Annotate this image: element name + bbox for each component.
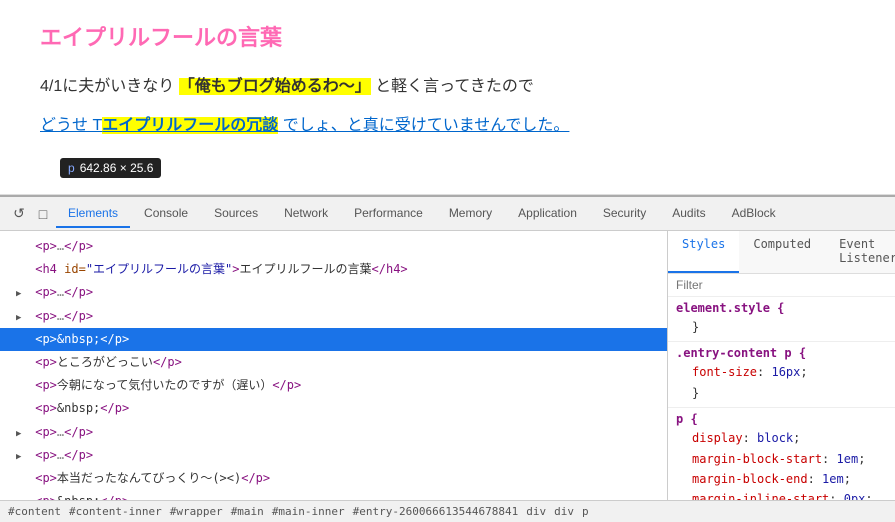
devtools-toolbar: ↺ □ Elements Console Sources Network Per…: [0, 197, 895, 231]
style-rule: }: [676, 317, 887, 337]
style-selector: element.style {: [676, 301, 887, 315]
triangle-icon: [16, 260, 28, 279]
status-main[interactable]: #main: [231, 505, 264, 518]
style-section-element: element.style { }: [668, 297, 895, 342]
style-section-entry: .entry-content p { font-size: 16px; }: [668, 342, 895, 408]
elem-line-selected: <p>&nbsp;</p>: [0, 328, 667, 351]
triangle-icon: [16, 492, 28, 500]
elem-line: <p>…</p>: [0, 235, 667, 258]
styles-tab-event-listeners[interactable]: Event Listeners: [825, 231, 895, 273]
elem-line: <p>ところがどっこい</p>: [0, 351, 667, 374]
elem-line: <p>今朝になって気付いたのですが（遅い）</p>: [0, 374, 667, 397]
page-title: エイプリルフールの言葉: [40, 20, 855, 52]
webpage-area: エイプリルフールの言葉 4/1に夫がいきなり 「俺もブログ始めるわ〜」 と軽く言…: [0, 0, 895, 195]
tab-security[interactable]: Security: [591, 200, 658, 228]
tab-audits[interactable]: Audits: [660, 200, 717, 228]
elem-line: <p>&nbsp;</p>: [0, 490, 667, 500]
elem-line: <h4 id="エイプリルフールの言葉">エイプリルフールの言葉</h4>: [0, 258, 667, 281]
status-div1[interactable]: div: [526, 505, 546, 518]
page-text1: 4/1に夫がいきなり 「俺もブログ始めるわ〜」 と軽く言ってきたので: [40, 72, 855, 96]
styles-tab-computed[interactable]: Computed: [739, 231, 825, 273]
elem-line: <p>…</p>: [0, 305, 667, 328]
devtools-main: <p>…</p> <h4 id="エイプリルフールの言葉">エイプリルフールの言…: [0, 231, 895, 500]
text1-prefix: 4/1に夫がいきなり: [40, 78, 179, 95]
status-main-inner[interactable]: #main-inner: [272, 505, 345, 518]
tab-performance[interactable]: Performance: [342, 200, 435, 228]
status-div2[interactable]: div: [554, 505, 574, 518]
style-rule: font-size: 16px;: [676, 362, 887, 382]
text1-highlight: 「俺もブログ始めるわ〜」: [179, 78, 371, 95]
devtools-panel: ↺ □ Elements Console Sources Network Per…: [0, 195, 895, 522]
text2-prefix: どうせ T: [40, 117, 102, 134]
triangle-icon: [16, 237, 28, 256]
style-rule: margin-block-start: 1em;: [676, 449, 887, 469]
tab-sources[interactable]: Sources: [202, 200, 270, 228]
elem-line: <p>&nbsp;</p>: [0, 397, 667, 420]
page-text2: どうせ Tエイプリルフールの冗談 でしょ、と真に受けていませんでした。: [40, 111, 855, 135]
filter-input[interactable]: [676, 278, 887, 292]
elem-line: <p>…</p>: [0, 444, 667, 467]
elem-line: <p>…</p>: [0, 281, 667, 304]
status-wrapper[interactable]: #wrapper: [170, 505, 223, 518]
text2-suffix: でしょ、と真に受けていませんでした。: [278, 117, 569, 134]
style-rule: margin-block-end: 1em;: [676, 469, 887, 489]
triangle-icon: [16, 376, 28, 395]
style-section-p: p { display: block; margin-block-start: …: [668, 408, 895, 500]
elem-line: <p>本当だったなんてびっくり〜(><)</p>: [0, 467, 667, 490]
styles-panel: Styles Computed Event Listeners element.…: [668, 231, 895, 500]
tooltip-tag: p: [68, 161, 75, 175]
status-p[interactable]: p: [582, 505, 589, 518]
status-content-inner[interactable]: #content-inner: [69, 505, 162, 518]
tab-adblock[interactable]: AdBlock: [720, 200, 788, 228]
style-selector: p {: [676, 412, 887, 426]
tab-network[interactable]: Network: [272, 200, 340, 228]
style-rule: }: [676, 383, 887, 403]
status-entry[interactable]: #entry-260066613544678841: [353, 505, 519, 518]
styles-tabs: Styles Computed Event Listeners: [668, 231, 895, 274]
triangle-icon[interactable]: [16, 307, 28, 326]
status-bar: #content #content-inner #wrapper #main #…: [0, 500, 895, 522]
triangle-icon: [16, 399, 28, 418]
element-tooltip: p 642.86 × 25.6: [60, 158, 161, 178]
tab-application[interactable]: Application: [506, 200, 589, 228]
triangle-icon[interactable]: [16, 283, 28, 302]
style-rule: margin-inline-start: 0px;: [676, 489, 887, 500]
cursor-tool-icon[interactable]: ↺: [8, 203, 30, 225]
triangle-icon[interactable]: [16, 446, 28, 465]
style-rule: display: block;: [676, 428, 887, 448]
text1-suffix: と軽く言ってきたので: [371, 78, 534, 95]
elem-line: <p>…</p>: [0, 421, 667, 444]
tab-elements[interactable]: Elements: [56, 200, 130, 228]
styles-tab-styles[interactable]: Styles: [668, 231, 739, 273]
style-selector: .entry-content p {: [676, 346, 887, 360]
triangle-icon: [16, 353, 28, 372]
filter-bar: [668, 274, 895, 297]
tab-memory[interactable]: Memory: [437, 200, 504, 228]
text2-highlight: エイプリルフールの冗談: [102, 117, 278, 134]
box-tool-icon[interactable]: □: [32, 203, 54, 225]
triangle-icon: [16, 469, 28, 488]
elements-panel[interactable]: <p>…</p> <h4 id="エイプリルフールの言葉">エイプリルフールの言…: [0, 231, 668, 500]
triangle-icon: [16, 330, 28, 349]
tooltip-dimensions: 642.86 × 25.6: [80, 161, 154, 175]
tab-console[interactable]: Console: [132, 200, 200, 228]
triangle-icon[interactable]: [16, 423, 28, 442]
status-content[interactable]: #content: [8, 505, 61, 518]
